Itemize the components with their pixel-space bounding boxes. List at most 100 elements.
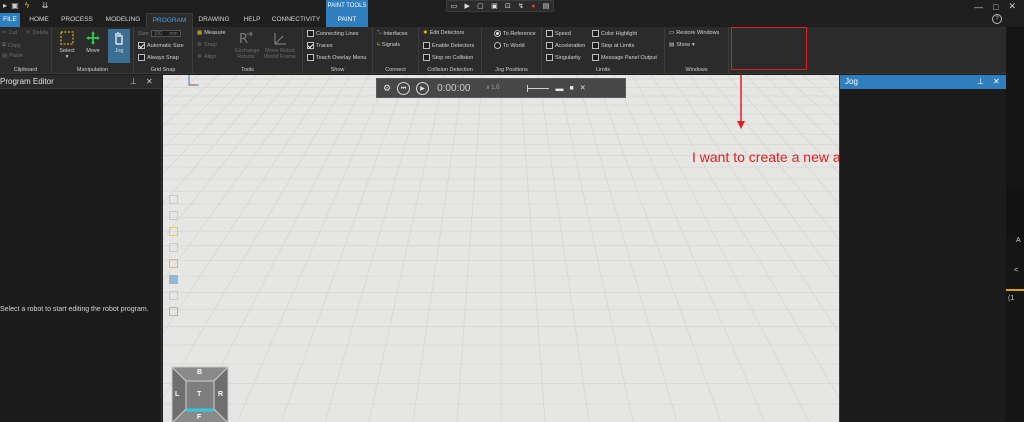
to-world-radio[interactable]: To World — [494, 42, 525, 49]
jog-button[interactable]: Jog — [108, 29, 130, 63]
move-button[interactable]: Move — [82, 29, 104, 63]
restore-windows-button[interactable]: ▭ Restore Windows — [669, 30, 719, 36]
checkbox — [423, 42, 430, 49]
tab-program[interactable]: PROGRAM — [146, 13, 193, 27]
minimize-icon[interactable]: — — [974, 2, 983, 12]
stop-on-collision-checkbox[interactable]: Stop on Collision — [423, 54, 473, 61]
select-button[interactable]: Select ▾ — [56, 29, 78, 63]
automatic-size-checkbox[interactable]: Automatic Size — [138, 42, 184, 49]
tab-modeling[interactable]: MODELING — [100, 13, 146, 27]
layout-toolbar: ▭ ▶ ▢ ▣ ⊡ ↯ ● ▤ — [446, 0, 554, 12]
group-show: Connecting Lines Traces Teach Overlay Me… — [303, 27, 373, 74]
measure-button[interactable]: ▦ Measure — [197, 30, 226, 36]
group-label: Manipulation — [76, 67, 109, 73]
always-snap-checkbox[interactable]: Always Snap — [138, 54, 179, 61]
arrow-icon[interactable]: ↯ — [518, 2, 524, 10]
size-input[interactable]: 100 mm — [150, 30, 181, 37]
paste-button[interactable]: ▤ Paste — [2, 53, 23, 59]
panel-icon[interactable]: ▤ — [543, 2, 550, 10]
maximize-icon[interactable]: □ — [993, 2, 998, 12]
edit-detectors-button[interactable]: ✹ Edit Detectors — [423, 30, 464, 36]
move-icon — [86, 31, 100, 45]
program-editor-header: Program Editor ⊥ ✕ — [0, 75, 162, 89]
layout-icon[interactable]: ▭ — [451, 2, 458, 10]
copy-button[interactable]: ⧉ Copy — [2, 42, 21, 49]
connecting-lines-checkbox[interactable]: Connecting Lines — [307, 30, 359, 37]
group-jog-positions: To Reference To World Jog Positions — [482, 27, 542, 74]
close-icon[interactable]: ✕ — [146, 77, 153, 86]
checkbox — [307, 42, 314, 49]
annotation-highlight-box — [731, 27, 807, 70]
window-icon[interactable]: ▣ — [491, 2, 498, 10]
navigation-cube[interactable]: B L T R F — [170, 365, 230, 422]
checkbox — [546, 30, 553, 37]
align-button[interactable]: ⚙ Align — [197, 54, 216, 60]
show-windows-dropdown[interactable]: ▤ Show ▾ — [669, 42, 695, 48]
signals-button[interactable]: ϟ Signals — [377, 42, 400, 48]
paint-tools-contextual-header: PAINT TOOLS — [326, 0, 368, 13]
group-limits: Speed Acceleration Singularity Color Hig… — [542, 27, 665, 74]
navcube-bottom[interactable]: F — [197, 414, 201, 421]
help-icon[interactable]: ? — [992, 14, 1002, 24]
panel-title: Jog — [845, 77, 858, 86]
stop-icon[interactable]: ● — [531, 3, 535, 10]
acceleration-checkbox[interactable]: Acceleration — [546, 42, 585, 49]
cut-button[interactable]: ✂ Cut — [2, 30, 17, 36]
graph-icon[interactable]: ⊡ — [505, 2, 511, 10]
window-controls: — □ ✕ — [974, 0, 1024, 13]
tab-paint[interactable]: PAINT — [326, 13, 368, 27]
exchange-robots-button[interactable]: R Exchange Robots — [235, 29, 259, 63]
stop-at-limits-checkbox[interactable]: Stop at Limits — [592, 42, 634, 49]
delete-button[interactable]: ✕ Delete — [26, 30, 49, 36]
navcube-left[interactable]: L — [175, 391, 179, 398]
tab-process[interactable]: PROCESS — [58, 13, 96, 27]
enable-detectors-checkbox[interactable]: Enable Detectors — [423, 42, 474, 49]
monitor-icon[interactable]: ▢ — [477, 2, 484, 10]
group-grid-snap: Size 100 mm Automatic Size Always Snap G… — [134, 27, 193, 74]
group-label: Show — [330, 67, 345, 73]
gear-icon: ✹ — [423, 30, 428, 36]
speed-checkbox[interactable]: Speed — [546, 30, 571, 37]
pin-icon[interactable]: ⊥ — [977, 77, 984, 86]
interfaces-button[interactable]: ⤡ Interfaces — [377, 30, 408, 37]
checkbox — [423, 54, 430, 61]
tab-connectivity[interactable]: CONNECTIVITY — [270, 13, 322, 27]
background-window-strip: A < (1 — [1006, 27, 1024, 422]
close-icon[interactable]: ✕ — [1008, 1, 1016, 12]
navcube-top[interactable]: B — [197, 369, 202, 376]
move-robot-world-frame-button[interactable]: Move Robot World Frame — [263, 29, 297, 63]
navcube-right[interactable]: R — [218, 391, 223, 398]
message-panel-output-checkbox[interactable]: Message Panel Output — [592, 54, 657, 61]
annotation-text: I want to create a new actionItem here — [692, 149, 839, 165]
color-highlight-checkbox[interactable]: Color Highlight — [592, 30, 637, 37]
group-label: Collision Detection — [427, 67, 473, 73]
lightning-icon[interactable]: ϟ — [22, 1, 32, 11]
close-icon[interactable]: ✕ — [993, 77, 1000, 86]
hand-icon — [115, 32, 123, 45]
save-icon[interactable]: ▣ — [10, 1, 20, 11]
jog-panel: Jog ⊥ ✕ — [839, 75, 1007, 422]
tab-drawing[interactable]: DRAWING — [195, 13, 233, 27]
dropdown-icon[interactable]: ⇊ — [40, 1, 50, 11]
snap-icon: ⚙ — [197, 42, 202, 48]
tab-home[interactable]: HOME — [24, 13, 54, 27]
3d-viewport[interactable]: ⚙ ⏮ ▶ 0:00:00 x 1.0 ▬ ■ ✕ I want to crea… — [163, 75, 839, 422]
navcube-center[interactable]: T — [197, 391, 201, 398]
group-label: Connect — [385, 67, 406, 73]
pin-icon[interactable]: ⊥ — [130, 77, 137, 86]
size-field: Size 100 mm — [138, 30, 181, 37]
snap-button[interactable]: ⚙ Snap — [197, 42, 217, 48]
signals-icon: ϟ — [377, 42, 380, 48]
traces-checkbox[interactable]: Traces — [307, 42, 333, 49]
align-icon: ⚙ — [197, 54, 202, 60]
teach-overlay-menu-checkbox[interactable]: Teach Overlay Menu — [307, 54, 366, 61]
strip-block — [1006, 187, 1024, 237]
singularity-checkbox[interactable]: Singularity — [546, 54, 581, 61]
checkbox — [546, 54, 553, 61]
tab-file[interactable]: FILE — [0, 13, 20, 27]
strip-text: < — [1014, 267, 1019, 274]
video-icon[interactable]: ▶ — [465, 2, 470, 10]
tab-help[interactable]: HELP — [237, 13, 267, 27]
chevron-down-icon: ▾ — [65, 54, 69, 60]
to-reference-radio[interactable]: To Reference — [494, 30, 536, 37]
